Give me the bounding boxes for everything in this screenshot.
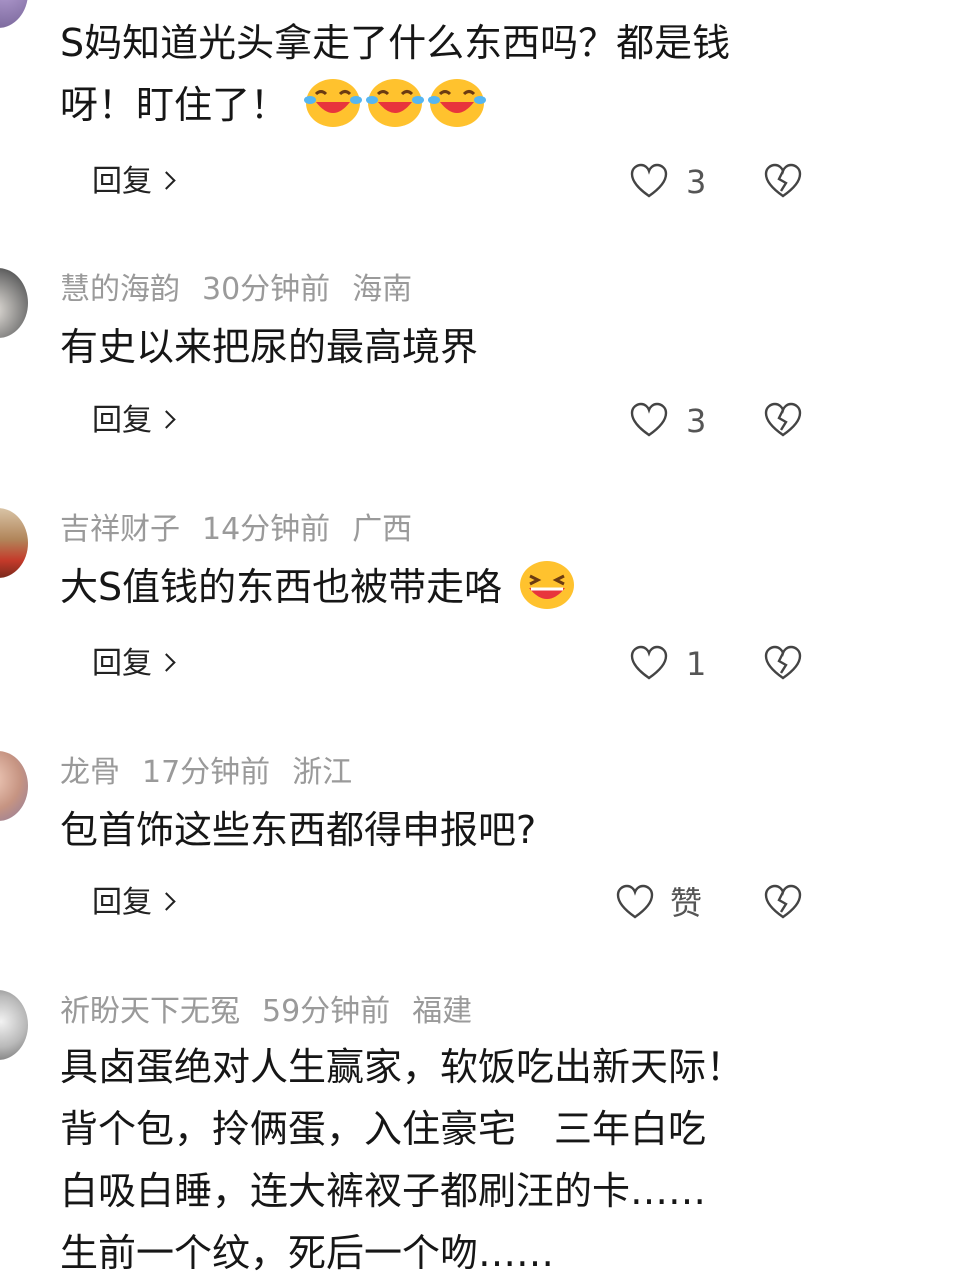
avatar[interactable] <box>0 751 28 821</box>
chevron-right-icon <box>157 410 176 429</box>
comment-actions: 回复 赞 <box>92 881 812 925</box>
comment-text: 具卤蛋绝对人生赢家，软饭吃出新天际！ 背个包，拎俩蛋，入住豪宅 三年白吃 白吸白… <box>60 1045 745 1275</box>
heart-icon <box>630 645 668 680</box>
location: 广西 <box>352 512 413 547</box>
laugh-cry-emoji <box>304 79 363 127</box>
reply-button[interactable]: 回复 <box>92 399 176 443</box>
location: 海南 <box>352 272 413 307</box>
comment-meta: 慧的海韵 30分钟前 海南 <box>60 270 412 310</box>
avatar[interactable] <box>0 508 28 578</box>
reply-label: 回复 <box>92 403 152 438</box>
reply-button[interactable]: 回复 <box>92 881 176 925</box>
timestamp: 59分钟前 <box>262 994 391 1029</box>
heart-icon <box>616 884 654 919</box>
comment-meta: 吉祥财子 14分钟前 广西 <box>60 510 412 550</box>
comment-text: S妈知道光头拿走了什么东西吗？都是钱 呀！盯住了！ <box>60 21 731 127</box>
timestamp: 14分钟前 <box>202 512 331 547</box>
broken-heart-icon[interactable] <box>764 163 802 199</box>
chevron-right-icon <box>157 653 176 672</box>
like-count: 赞 <box>670 884 703 922</box>
like-count: 1 <box>686 645 707 683</box>
broken-heart-icon[interactable] <box>764 884 802 920</box>
grin-emoji <box>520 561 575 609</box>
chevron-right-icon <box>157 892 176 911</box>
avatar[interactable] <box>0 0 28 28</box>
reply-button[interactable]: 回复 <box>92 160 176 204</box>
username[interactable]: 龙骨 <box>60 755 120 790</box>
reply-button[interactable]: 回复 <box>92 642 176 686</box>
comment-text: 有史以来把尿的最高境界 <box>60 325 479 369</box>
heart-icon <box>630 402 668 437</box>
broken-heart-icon[interactable] <box>764 645 802 681</box>
broken-heart-icon[interactable] <box>764 402 802 438</box>
timestamp: 17分钟前 <box>142 755 271 790</box>
username[interactable]: 祈盼天下无冤 <box>60 994 240 1029</box>
location: 福建 <box>412 994 473 1029</box>
like-count: 3 <box>686 402 707 440</box>
comment-text: 大S值钱的东西也被带走咯 <box>60 556 840 618</box>
avatar[interactable] <box>0 268 28 338</box>
laugh-cry-emoji <box>428 79 487 127</box>
comment-text: 包首饰这些东西都得申报吧? <box>60 808 537 852</box>
comment-meta: 祈盼天下无冤 59分钟前 福建 <box>60 992 472 1032</box>
username[interactable]: 吉祥财子 <box>60 512 180 547</box>
reply-label: 回复 <box>92 164 152 199</box>
username[interactable]: 慧的海韵 <box>60 272 180 307</box>
heart-icon <box>630 163 668 198</box>
comment-actions: 回复 3 <box>92 160 812 204</box>
laugh-cry-emoji <box>366 79 425 127</box>
avatar[interactable] <box>0 990 28 1060</box>
timestamp: 30分钟前 <box>202 272 331 307</box>
comment-actions: 回复 3 <box>92 399 812 443</box>
reply-label: 回复 <box>92 885 152 920</box>
comment-actions: 回复 1 <box>92 642 812 686</box>
location: 浙江 <box>292 755 353 790</box>
chevron-right-icon <box>157 171 176 190</box>
reply-label: 回复 <box>92 646 152 681</box>
comment-meta: 龙骨 17分钟前 浙江 <box>60 753 352 793</box>
like-count: 3 <box>686 163 707 201</box>
